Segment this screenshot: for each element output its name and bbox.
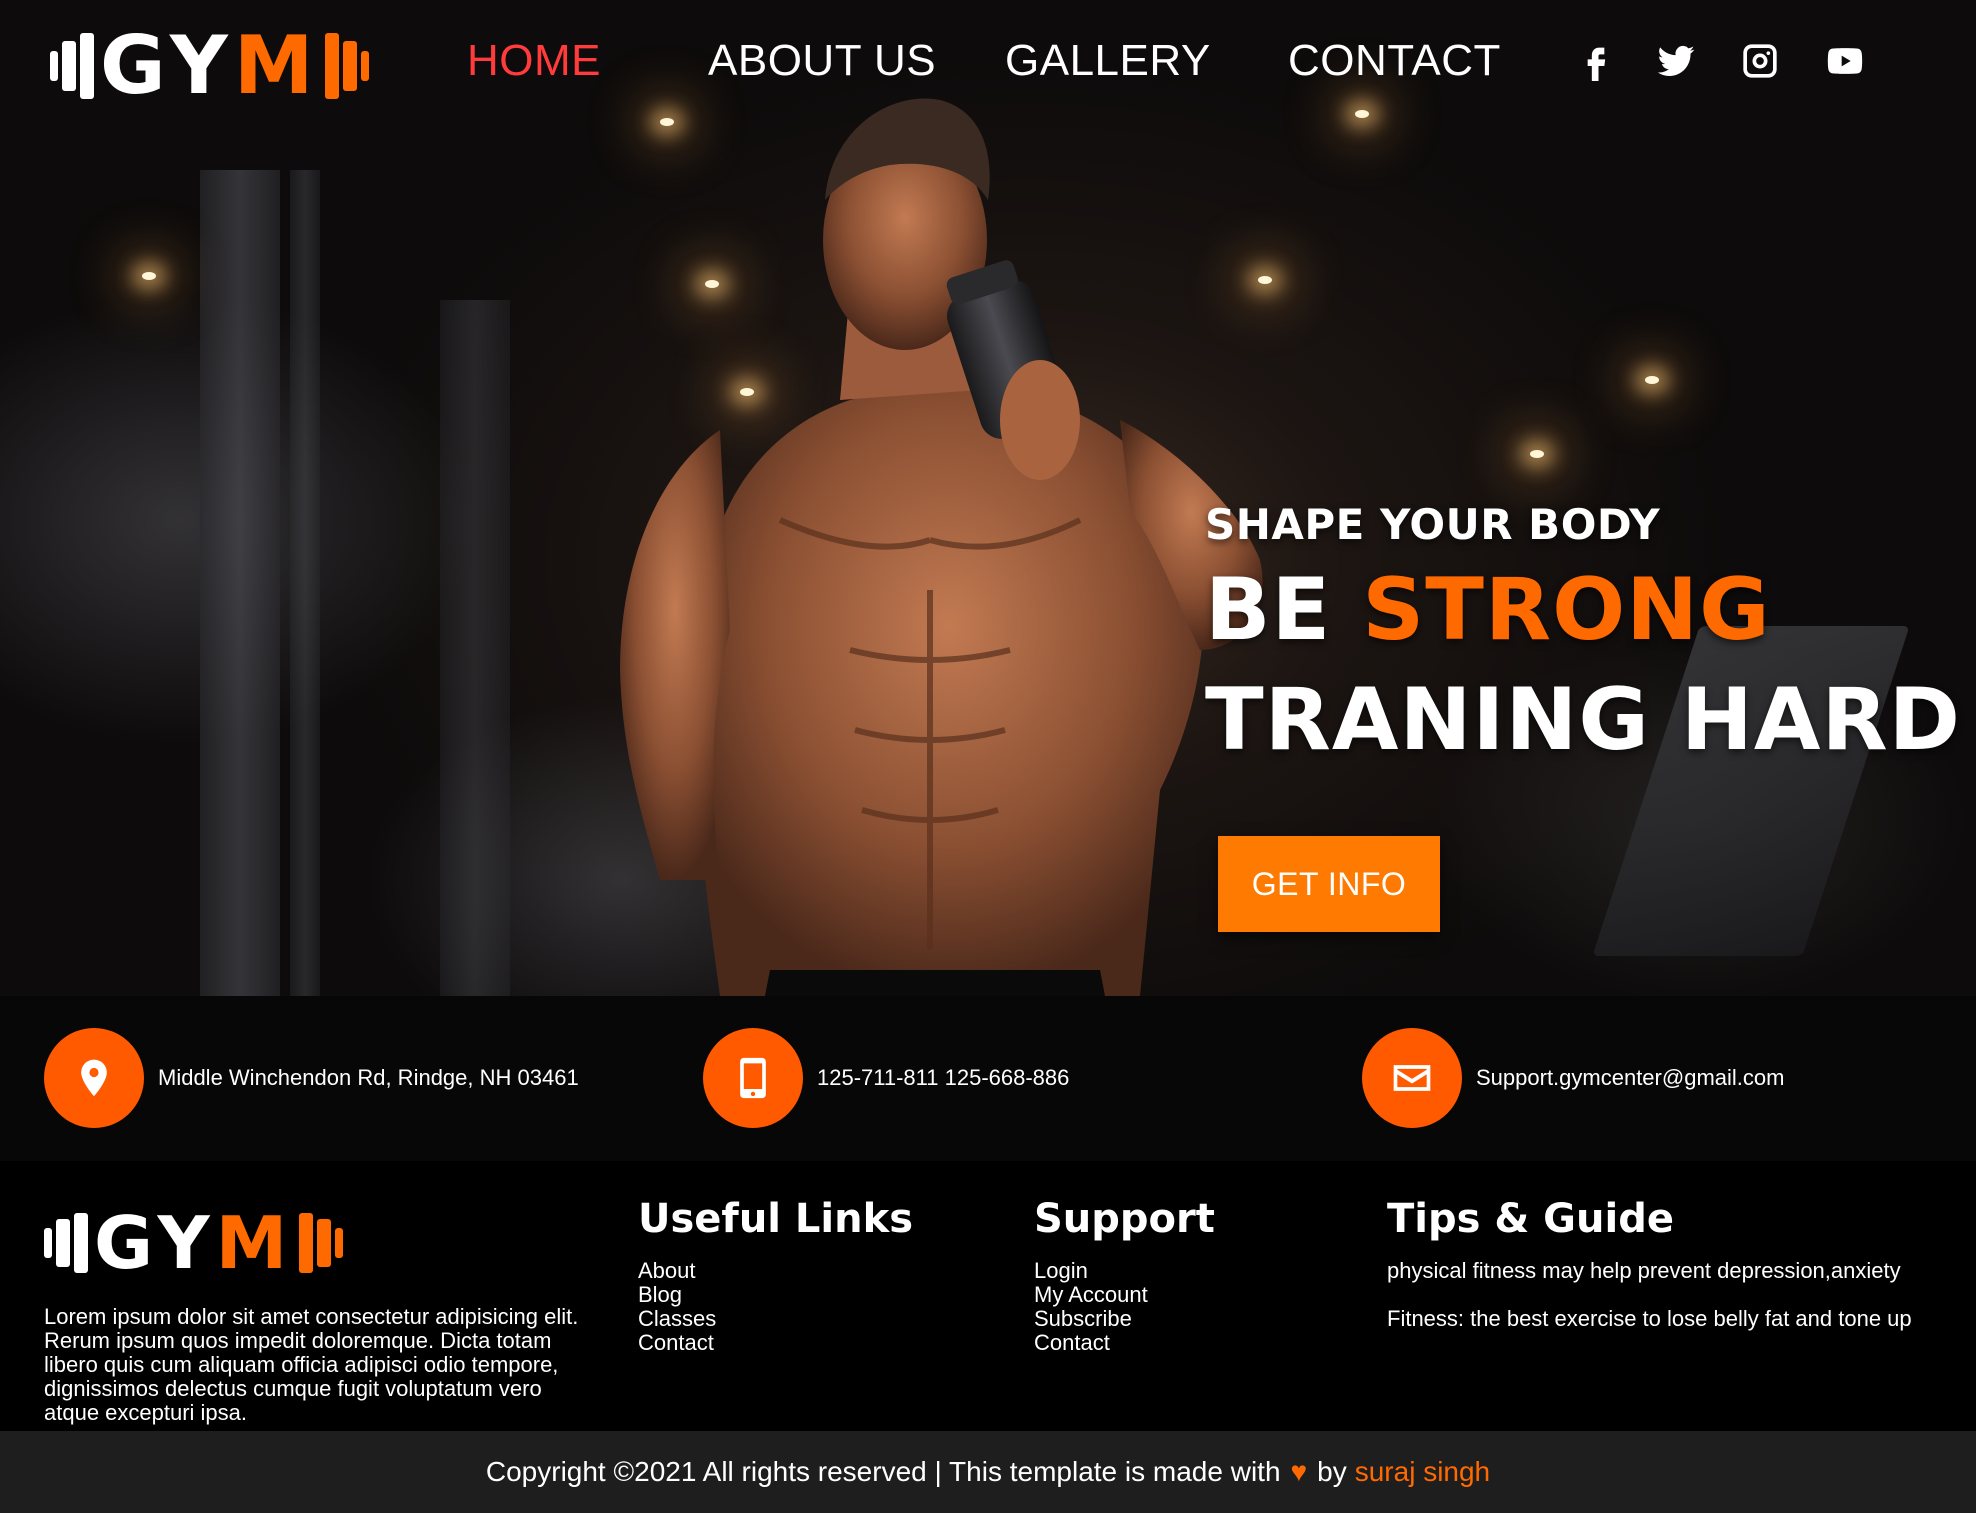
envelope-icon [1362, 1028, 1462, 1128]
email-item: Support.gymcenter@gmail.com [1362, 1028, 1784, 1128]
support-column: Support Login My Account Subscribe Conta… [1034, 1199, 1215, 1355]
footer-brand-logo[interactable]: GYM [44, 1201, 344, 1285]
email-text[interactable]: Support.gymcenter@gmail.com [1476, 1065, 1784, 1091]
footer-link-blog[interactable]: Blog [638, 1283, 913, 1307]
footer-link-support-contact[interactable]: Contact [1034, 1331, 1215, 1355]
location-pin-icon [44, 1028, 144, 1128]
support-title: Support [1034, 1196, 1215, 1242]
brand-logo-text: GYM [100, 19, 320, 112]
hero-headline: SHAPE YOUR BODY BE STRONG TRANING HARD [1205, 500, 1961, 763]
footer-link-my-account[interactable]: My Account [1034, 1283, 1215, 1307]
footer-link-classes[interactable]: Classes [638, 1307, 913, 1331]
copyright-text: Copyright ©2021 All rights reserved | Th… [485, 1456, 1281, 1487]
author-link[interactable]: suraj singh [1355, 1456, 1490, 1488]
brand-logo[interactable]: GYM [50, 19, 370, 112]
gym-rack-pillar [290, 170, 320, 996]
hero-title-white: BE [1205, 560, 1332, 660]
nav-gallery[interactable]: GALLERY [1005, 36, 1211, 86]
footer-about-text: Lorem ipsum dolor sit amet consectetur a… [44, 1304, 579, 1425]
nav-about-us[interactable]: ABOUT US [708, 36, 936, 86]
hero-title-accent: STRONG [1362, 560, 1771, 660]
useful-links-column: Useful Links About Blog Classes Contact [638, 1199, 913, 1355]
ceiling-light [142, 272, 156, 280]
hero-title-line2: TRANING HARD [1205, 670, 1962, 770]
hero-title-line1: BE STRONG [1205, 567, 1961, 653]
youtube-icon[interactable] [1825, 40, 1865, 82]
footer-link-about[interactable]: About [638, 1259, 913, 1283]
nav-contact[interactable]: CONTACT [1288, 36, 1501, 86]
contact-strip: Middle Winchendon Rd, Rindge, NH 03461 1… [0, 996, 1976, 1161]
dumbbell-left-icon [44, 1213, 88, 1273]
hero-eyebrow: SHAPE YOUR BODY [1205, 500, 1661, 549]
footer-link-login[interactable]: Login [1034, 1259, 1215, 1283]
gym-rack-pillar [200, 170, 280, 996]
top-navbar: GYM HOME ABOUT US GALLERY CONTACT [0, 0, 1976, 125]
tip-item[interactable]: Fitness: the best exercise to lose belly… [1387, 1307, 1967, 1331]
copyright-bar: Copyright ©2021 All rights reserved | Th… [0, 1431, 1976, 1513]
copyright-by: by [1317, 1456, 1347, 1487]
dumbbell-right-icon [299, 1213, 344, 1273]
address-text: Middle Winchendon Rd, Rindge, NH 03461 [158, 1065, 579, 1090]
dumbbell-left-icon [50, 33, 94, 99]
get-info-button[interactable]: GET INFO [1218, 836, 1440, 932]
ceiling-light [1645, 376, 1659, 384]
instagram-icon[interactable] [1740, 40, 1780, 82]
footer-logo-text: GYM [94, 1201, 294, 1285]
tips-column: Tips & Guide physical fitness may help p… [1387, 1199, 1967, 1331]
site-footer: GYM Lorem ipsum dolor sit amet consectet… [0, 1161, 1976, 1431]
ceiling-light [1530, 450, 1544, 458]
footer-link-subscribe[interactable]: Subscribe [1034, 1307, 1215, 1331]
tip-item[interactable]: physical fitness may help prevent depres… [1387, 1259, 1967, 1283]
tips-title: Tips & Guide [1387, 1196, 1674, 1242]
phone-icon [703, 1028, 803, 1128]
phone-item: 125-711-811 125-668-886 [703, 1028, 1069, 1128]
twitter-icon[interactable] [1656, 40, 1696, 82]
useful-links-title: Useful Links [638, 1196, 914, 1242]
nav-home[interactable]: HOME [467, 36, 601, 86]
gym-rack-pillar [440, 300, 510, 996]
address-item: Middle Winchendon Rd, Rindge, NH 03461 [44, 1028, 579, 1128]
phone-text: 125-711-811 125-668-886 [817, 1065, 1070, 1090]
facebook-icon[interactable] [1576, 40, 1616, 82]
dumbbell-right-icon [325, 33, 370, 99]
hero-section: SHAPE YOUR BODY BE STRONG TRANING HARD G… [0, 0, 1976, 996]
heart-icon: ♥ [1290, 1456, 1308, 1487]
footer-link-contact[interactable]: Contact [638, 1331, 913, 1355]
